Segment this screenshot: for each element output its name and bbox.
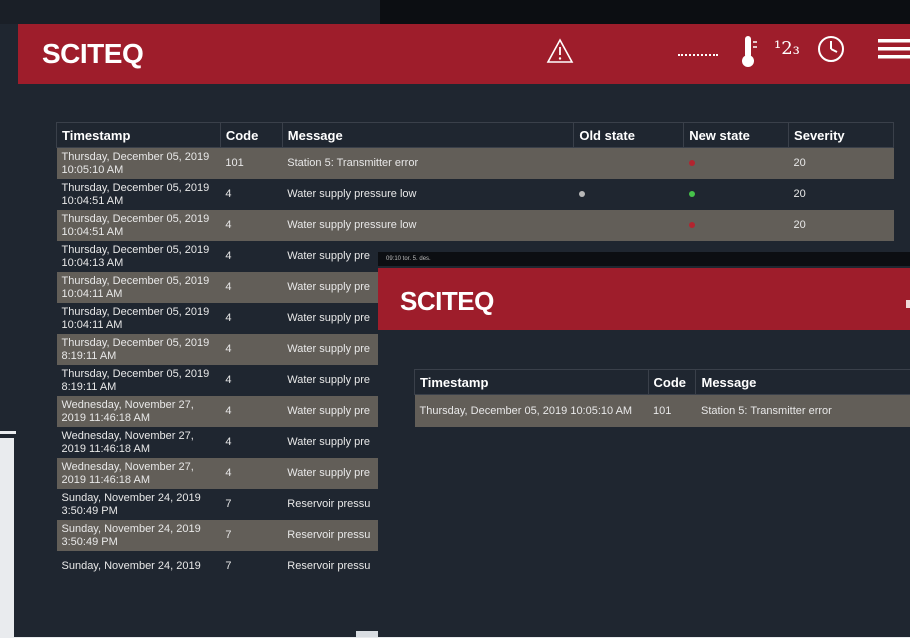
code-cell: 4 — [220, 241, 282, 272]
code-cell: 4 — [220, 458, 282, 489]
state-indicator-red — [689, 222, 695, 228]
severity-cell: 20 — [789, 179, 894, 210]
column-header-message[interactable]: Message — [696, 370, 910, 395]
timestamp-cell: Thursday, December 05, 2019 10:05:10 AM — [415, 395, 649, 428]
timestamp-cell: Sunday, November 24, 2019 3:50:49 PM — [57, 520, 221, 551]
new-state-cell — [684, 179, 789, 210]
timestamp-cell: Sunday, November 24, 2019 3:50:49 PM — [57, 489, 221, 520]
background-edge — [0, 431, 16, 434]
column-header-code[interactable]: Code — [220, 123, 282, 148]
warning-icon-edge — [906, 300, 910, 308]
message-cell: Water supply pressure low — [282, 179, 574, 210]
code-cell: 7 — [220, 551, 282, 582]
old-state-cell — [574, 148, 684, 180]
message-cell: Water supply pressure low — [282, 210, 574, 241]
timestamp-cell: Thursday, December 05, 2019 10:04:11 AM — [57, 303, 221, 334]
code-cell: 4 — [220, 334, 282, 365]
column-header-severity[interactable]: Severity — [789, 123, 894, 148]
code-cell: 101 — [220, 148, 282, 180]
table-row[interactable]: Thursday, December 05, 2019 10:05:10 AM1… — [415, 395, 910, 428]
front-screen: 09:10 tor. 5. des. SCITEQ Timestamp Code… — [378, 252, 910, 637]
timestamp-cell: Thursday, December 05, 2019 10:04:11 AM — [57, 272, 221, 303]
new-state-cell — [684, 210, 789, 241]
table-row[interactable]: Thursday, December 05, 2019 10:05:10 AM1… — [57, 148, 894, 180]
old-state-cell — [574, 210, 684, 241]
clock-icon[interactable] — [816, 34, 846, 69]
timestamp-cell: Thursday, December 05, 2019 10:04:13 AM — [57, 241, 221, 272]
code-cell: 7 — [220, 520, 282, 551]
timestamp-cell: Thursday, December 05, 2019 10:04:51 AM — [57, 210, 221, 241]
table-row[interactable]: Thursday, December 05, 2019 10:04:51 AM4… — [57, 210, 894, 241]
timestamp-cell: Thursday, December 05, 2019 10:05:10 AM — [57, 148, 221, 180]
background-edge — [356, 631, 378, 637]
thermometer-icon[interactable] — [738, 34, 760, 75]
code-cell: 4 — [220, 396, 282, 427]
code-cell: 4 — [220, 303, 282, 334]
message-cell: Station 5: Transmitter error — [282, 148, 574, 180]
sciteq-logo: SCITEQ — [400, 286, 494, 317]
app-header: SCITEQ — [378, 268, 910, 330]
table-row[interactable]: Thursday, December 05, 2019 10:04:51 AM4… — [57, 179, 894, 210]
column-header-new-state[interactable]: New state — [684, 123, 789, 148]
code-cell: 7 — [220, 489, 282, 520]
column-header-old-state[interactable]: Old state — [574, 123, 684, 148]
menu-icon[interactable] — [878, 38, 910, 65]
numeric-icon[interactable]: ¹2₃ — [774, 38, 800, 59]
timestamp-cell: Sunday, November 24, 2019 — [57, 551, 221, 582]
timestamp-cell: Wednesday, November 27, 2019 11:46:18 AM — [57, 458, 221, 489]
top-status-bar-left — [0, 0, 380, 24]
old-state-cell — [574, 179, 684, 210]
timestamp-cell: Thursday, December 05, 2019 10:04:51 AM — [57, 179, 221, 210]
column-header-code[interactable]: Code — [648, 370, 696, 395]
timestamp-cell: Thursday, December 05, 2019 8:19:11 AM — [57, 365, 221, 396]
state-indicator-red — [689, 160, 695, 166]
status-bar: 09:10 tor. 5. des. — [378, 252, 910, 266]
column-header-timestamp[interactable]: Timestamp — [57, 123, 221, 148]
code-cell: 4 — [220, 365, 282, 396]
warning-icon[interactable] — [546, 38, 574, 69]
code-cell: 4 — [220, 427, 282, 458]
state-indicator-gray — [579, 191, 585, 197]
app-header: SCITEQ ¹2₃ — [18, 24, 910, 84]
background-edge — [0, 438, 14, 638]
state-indicator-green — [689, 191, 695, 197]
value-placeholder-dots — [678, 54, 718, 56]
sciteq-logo: SCITEQ — [42, 38, 143, 70]
column-header-message[interactable]: Message — [282, 123, 574, 148]
timestamp-cell: Thursday, December 05, 2019 8:19:11 AM — [57, 334, 221, 365]
timestamp-cell: Wednesday, November 27, 2019 11:46:18 AM — [57, 427, 221, 458]
new-state-cell — [684, 148, 789, 180]
column-header-timestamp[interactable]: Timestamp — [415, 370, 649, 395]
active-alarms-table: Timestamp Code Message Thursday, Decembe… — [414, 369, 910, 427]
code-cell: 4 — [220, 210, 282, 241]
severity-cell: 20 — [789, 148, 894, 180]
code-cell: 4 — [220, 179, 282, 210]
code-cell: 4 — [220, 272, 282, 303]
timestamp-cell: Wednesday, November 27, 2019 11:46:18 AM — [57, 396, 221, 427]
message-cell: Station 5: Transmitter error — [696, 395, 910, 428]
severity-cell: 20 — [789, 210, 894, 241]
status-time-date: 09:10 tor. 5. des. — [386, 256, 431, 262]
code-cell: 101 — [648, 395, 696, 428]
